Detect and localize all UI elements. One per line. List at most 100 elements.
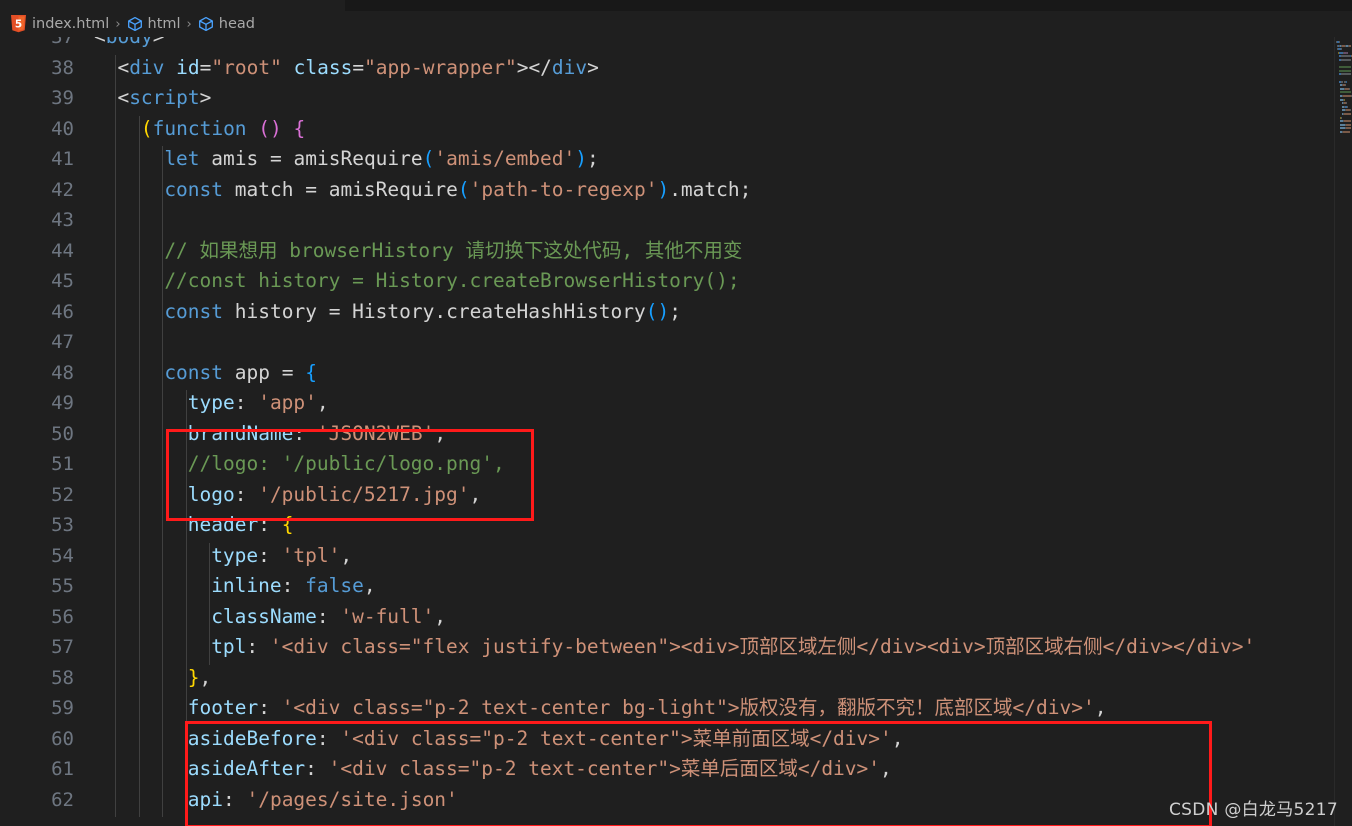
code-token: type bbox=[211, 543, 259, 567]
code-token: '/public/5217.jpg' bbox=[258, 482, 470, 506]
minimap-line bbox=[1343, 98, 1345, 101]
code-line[interactable]: tpl: '<div class="flex justify-between">… bbox=[211, 632, 1255, 663]
breadcrumb-item-head[interactable]: head bbox=[198, 16, 255, 32]
code-line[interactable]: brandName: 'JSON2WEB', bbox=[188, 419, 446, 450]
code-token: false bbox=[305, 574, 364, 597]
minimap-line bbox=[1349, 73, 1351, 76]
code-line[interactable]: inline: false, bbox=[211, 571, 375, 602]
line-number: 42 bbox=[51, 178, 74, 201]
code-line[interactable]: footer: '<div class="p-2 text-center bg-… bbox=[188, 693, 1107, 724]
code-line[interactable]: const match = amisRequire('path-to-regex… bbox=[164, 175, 751, 206]
code-token: , bbox=[363, 574, 376, 597]
code-token: ) bbox=[657, 177, 670, 201]
line-number: 52 bbox=[51, 483, 74, 506]
code-token: api bbox=[187, 787, 223, 811]
code-editor[interactable]: 37 38 39 40 41 42 43 44 45 46 47 48 49 50 51 52 53 54 55 56… bbox=[0, 37, 1352, 826]
code-token: '<div class="p-2 text-center">菜单后面区域</di… bbox=[328, 757, 881, 780]
code-line[interactable]: <div id="root" class="app-wrapper"></div… bbox=[117, 53, 598, 84]
code-token: //const history = History.createBrowserH… bbox=[164, 269, 740, 292]
line-number: 54 bbox=[51, 544, 74, 567]
code-token: 'JSON2WEB' bbox=[316, 421, 435, 445]
code-line[interactable]: type: 'tpl', bbox=[211, 541, 352, 572]
code-line[interactable]: const app = { bbox=[164, 358, 317, 389]
code-token: < bbox=[117, 55, 130, 79]
code-line[interactable]: className: 'w-full', bbox=[211, 602, 446, 633]
code-line[interactable]: (function () { bbox=[141, 114, 305, 145]
code-token: class bbox=[293, 55, 353, 79]
minimap-line bbox=[1339, 66, 1351, 69]
line-number: 51 bbox=[51, 453, 74, 475]
code-token: , bbox=[891, 726, 904, 750]
code-token: amisRequire bbox=[293, 147, 423, 170]
line-number: 59 bbox=[51, 697, 74, 719]
line-number: 44 bbox=[51, 239, 74, 262]
minimap-line bbox=[1343, 95, 1351, 97]
line-number: 58 bbox=[51, 666, 74, 689]
code-token: : bbox=[246, 635, 270, 658]
breadcrumb-item-html[interactable]: html bbox=[127, 16, 181, 32]
code-token: const bbox=[164, 299, 224, 323]
code-token: > bbox=[587, 55, 599, 79]
minimap-line bbox=[1343, 120, 1351, 123]
line-number: 48 bbox=[51, 361, 74, 384]
code-line[interactable]: asideBefore: '<div class="p-2 text-cente… bbox=[188, 724, 904, 755]
line-number-gutter: 37 38 39 40 41 42 43 44 45 46 47 48 49 50 51 52 53 54 55 56… bbox=[0, 37, 88, 826]
code-token: ) bbox=[575, 147, 588, 170]
code-token: '<div class="p-2 text-center">菜单前面区域</di… bbox=[340, 726, 892, 750]
code-token: history bbox=[223, 299, 329, 323]
code-line[interactable]: let amis = amisRequire('amis/embed'); bbox=[164, 144, 598, 175]
code-content[interactable]: <body><div id="root" class="app-wrapper"… bbox=[88, 37, 1352, 826]
code-token: ; bbox=[669, 299, 681, 323]
indent-guide bbox=[138, 115, 140, 817]
code-line[interactable]: // 如果想用 browserHistory 请切换下这处代码, 其他不用变 bbox=[164, 236, 742, 267]
code-token: { bbox=[281, 513, 294, 536]
code-line[interactable]: //const history = History.createBrowserH… bbox=[164, 266, 739, 297]
code-line[interactable]: header: { bbox=[188, 510, 294, 541]
code-line[interactable]: <body> bbox=[94, 37, 164, 53]
code-token: className bbox=[211, 604, 317, 628]
breadcrumb-item-file[interactable]: 5 index.html bbox=[10, 15, 109, 33]
svg-text:5: 5 bbox=[15, 18, 22, 30]
code-line[interactable]: type: 'app', bbox=[188, 388, 329, 419]
code-token: : bbox=[316, 604, 341, 628]
code-line[interactable]: const history = History.createHashHistor… bbox=[164, 297, 681, 328]
code-line[interactable]: <script> bbox=[117, 83, 211, 114]
code-token: amisRequire bbox=[328, 177, 458, 201]
code-line[interactable]: asideAfter: '<div class="p-2 text-center… bbox=[188, 754, 892, 785]
minimap-line bbox=[1346, 102, 1348, 105]
code-token: asideBefore bbox=[187, 726, 317, 750]
code-token: = bbox=[305, 177, 317, 201]
minimap[interactable] bbox=[1335, 37, 1352, 826]
code-line[interactable]: logo: '/public/5217.jpg', bbox=[188, 480, 482, 511]
indent-guide bbox=[209, 542, 211, 665]
code-token: const bbox=[164, 177, 224, 201]
active-tab[interactable] bbox=[0, 0, 345, 11]
code-token: ( bbox=[140, 116, 153, 140]
code-token: '<div class="p-2 text-center bg-light">版… bbox=[281, 696, 1095, 719]
code-token: = bbox=[270, 147, 282, 170]
minimap-line bbox=[1346, 51, 1348, 54]
code-token: '/pages/site.json' bbox=[246, 787, 458, 811]
code-token: header bbox=[187, 513, 259, 536]
code-token: let bbox=[164, 147, 200, 170]
code-line[interactable]: //logo: '/public/logo.png', bbox=[188, 449, 505, 480]
code-line[interactable]: api: '/pages/site.json' bbox=[188, 785, 458, 816]
code-token: , bbox=[469, 482, 482, 506]
code-token: , bbox=[199, 665, 212, 689]
line-number: 49 bbox=[51, 392, 74, 414]
code-token: // 如果想用 browserHistory 请切换下这处代码, 其他不用变 bbox=[164, 238, 743, 262]
code-token: : bbox=[234, 482, 259, 506]
code-token: , bbox=[340, 543, 353, 567]
line-number: 37 bbox=[51, 37, 74, 48]
code-line[interactable]: }, bbox=[188, 663, 212, 694]
code-token: brandName bbox=[187, 421, 294, 445]
code-token: = bbox=[199, 55, 212, 79]
breadcrumb-separator-2: › bbox=[186, 16, 192, 32]
code-token: : bbox=[258, 513, 282, 536]
minimap-line bbox=[1348, 44, 1351, 47]
